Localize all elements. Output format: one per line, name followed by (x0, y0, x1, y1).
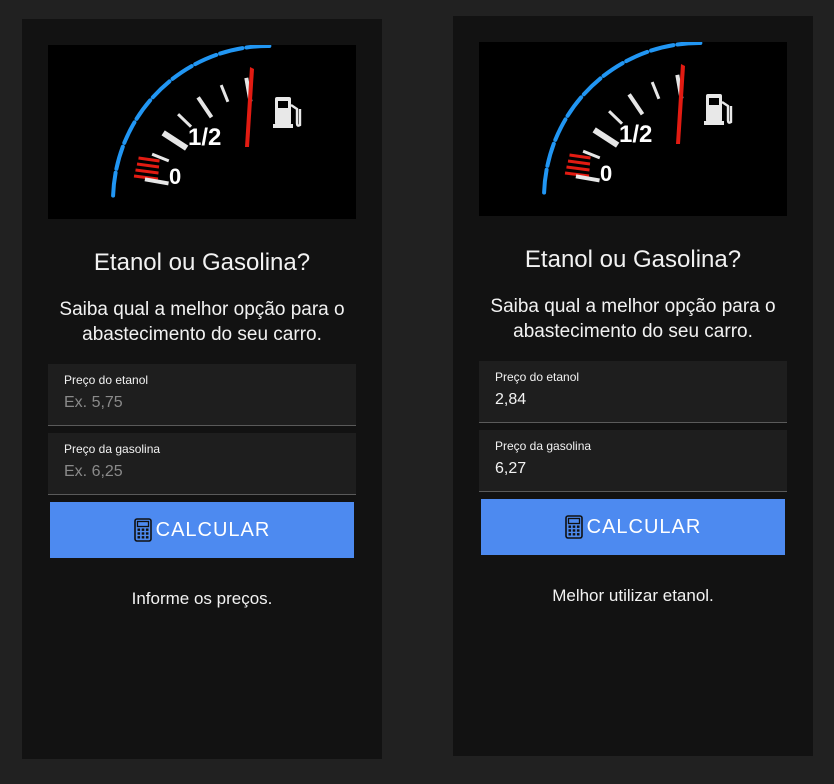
gauge-arc-segment (170, 64, 194, 81)
page-subtitle: Saiba qual a melhor opção para o abastec… (22, 297, 382, 347)
gauge-zero-label: 0 (600, 161, 612, 186)
gauge-tick (161, 130, 189, 151)
gauge-arc-segment (193, 52, 219, 67)
gauge-tick (575, 174, 600, 183)
gauge-low-tick (136, 162, 160, 169)
gauge-arc-segment (111, 170, 118, 198)
gauge-low-tick (569, 153, 591, 160)
gauge-low-tick (138, 156, 160, 163)
ethanol-price-label: Preço do etanol (64, 373, 149, 387)
ethanol-price-input[interactable] (494, 387, 766, 413)
gauge-arc-segment (553, 117, 568, 142)
calculate-button-label: CALCULAR (586, 515, 702, 538)
result-message: Informe os preços. (131, 589, 273, 608)
gauge-arc-segment (122, 120, 137, 145)
fuel-gauge-image: 0 1/2 (48, 45, 356, 219)
calculate-button-label: CALCULAR (155, 518, 271, 541)
gasoline-price-input[interactable] (63, 459, 335, 485)
gauge-arc-segment (624, 49, 650, 64)
gauge-arc-segment (134, 98, 153, 121)
gauge-tick (219, 84, 230, 103)
gauge-arc-segment (649, 43, 676, 53)
gauge-arc-segment (244, 45, 272, 50)
fuel-pump-icon (704, 94, 733, 125)
fuel-pump-icon (273, 97, 302, 128)
calculator-icon (564, 515, 583, 539)
subtitle-line-1: Saiba qual a melhor opção para o (59, 299, 345, 320)
gauge-low-tick (566, 165, 590, 172)
ethanol-price-field[interactable]: Preço do etanol (48, 364, 356, 426)
gasoline-price-field[interactable]: Preço da gasolina (48, 433, 356, 495)
gauge-zero-label: 0 (169, 164, 181, 189)
gauge-tick (196, 96, 214, 119)
gasoline-price-field[interactable]: Preço da gasolina (479, 430, 787, 492)
calculator-card-empty: 0 1/2 Etanol ou Gasolina? Saiba qual a me… (22, 19, 382, 759)
ethanol-price-input[interactable] (63, 390, 335, 416)
result-message: Melhor utilizar etanol. (552, 586, 714, 605)
gauge-arc-segment (675, 42, 703, 47)
subtitle-line-2: abastecimento do seu carro. (513, 321, 753, 342)
gauge-low-tick (135, 168, 159, 175)
gauge-tick (144, 177, 169, 186)
gauge-arc-segment (150, 79, 172, 100)
ethanol-price-field[interactable]: Preço do etanol (479, 361, 787, 423)
gauge-tick (627, 93, 645, 116)
gauge-tick (592, 127, 620, 148)
ethanol-price-label: Preço do etanol (495, 370, 580, 384)
subtitle-line-2: abastecimento do seu carro. (82, 324, 322, 345)
page-title: Etanol ou Gasolina? (524, 246, 742, 273)
fuel-gauge-image: 0 1/2 (479, 42, 787, 216)
gauge-arc-segment (545, 141, 556, 168)
subtitle-line-1: Saiba qual a melhor opção para o (490, 296, 776, 317)
calculate-button[interactable]: CALCULAR (50, 502, 354, 558)
calculator-icon (133, 518, 152, 542)
page-title: Etanol ou Gasolina? (93, 249, 311, 276)
gasoline-price-label: Preço da gasolina (64, 442, 161, 456)
gauge-tick (650, 81, 661, 100)
gauge-arc-segment (218, 46, 245, 56)
gasoline-price-input[interactable] (494, 456, 766, 482)
gauge-half-label: 1/2 (619, 121, 652, 148)
gauge-arc-segment (601, 61, 625, 78)
calculator-card-filled: 0 1/2 Etanol ou Gasolina? Saiba qual a me… (453, 16, 813, 756)
gasoline-price-label: Preço da gasolina (495, 439, 592, 453)
gauge-arc-segment (581, 76, 603, 97)
gauge-arc-segment (114, 144, 125, 171)
gauge-half-label: 1/2 (188, 124, 221, 151)
page-subtitle: Saiba qual a melhor opção para o abastec… (453, 294, 813, 344)
gauge-arc-segment (565, 95, 584, 118)
gauge-arc-segment (542, 167, 549, 195)
gauge-low-tick (567, 159, 591, 166)
calculate-button[interactable]: CALCULAR (481, 499, 785, 555)
